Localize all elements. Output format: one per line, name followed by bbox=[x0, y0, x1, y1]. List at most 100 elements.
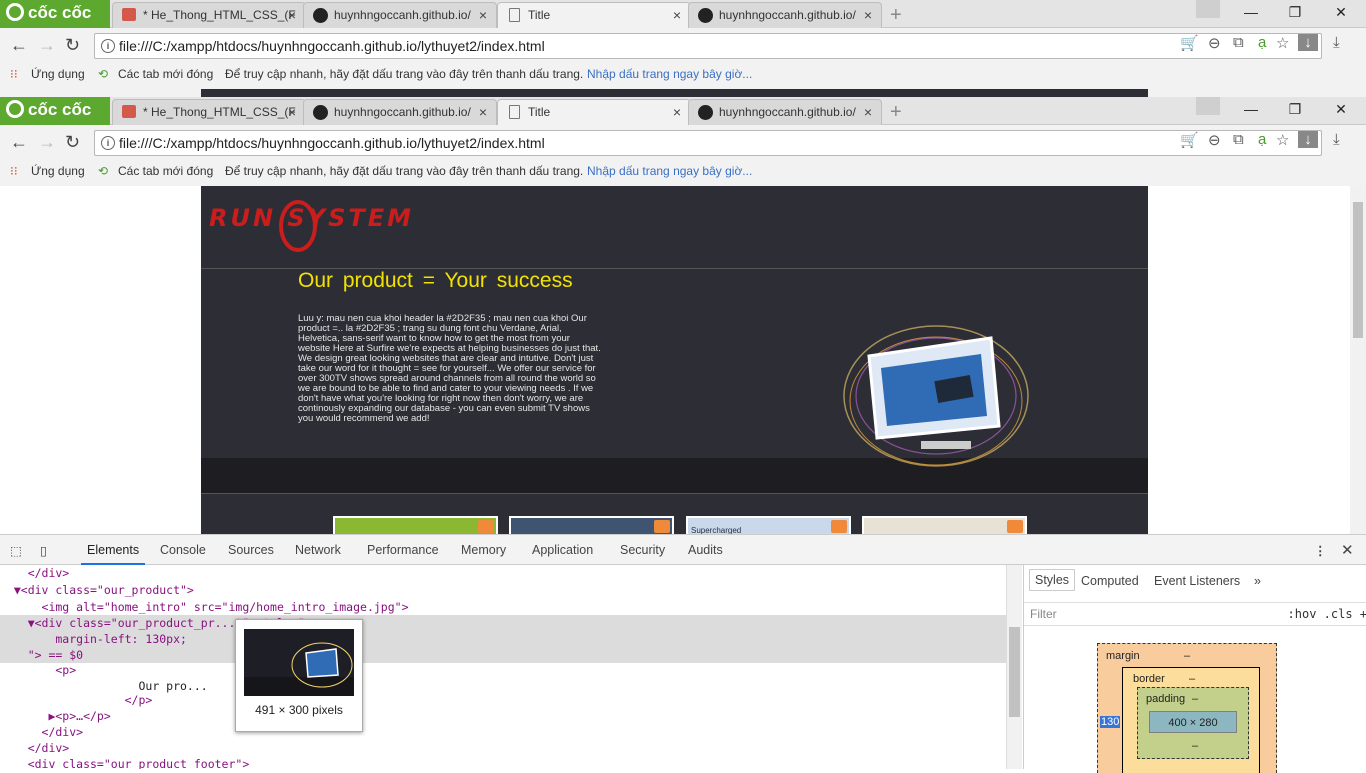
new-tab-icon[interactable]: + bbox=[890, 101, 902, 124]
code-line[interactable]: ▶<p>…</p> bbox=[0, 708, 110, 724]
tab-3[interactable]: Title × bbox=[497, 99, 691, 125]
close-icon[interactable]: × bbox=[673, 104, 681, 120]
close-icon[interactable]: × bbox=[864, 7, 872, 23]
scroll-thumb[interactable] bbox=[1009, 627, 1020, 717]
save-icon[interactable]: ⤓ bbox=[1333, 34, 1340, 51]
bookmark-apps[interactable]: Ứng dụng bbox=[31, 67, 85, 81]
zoom-icon[interactable]: ⊖ bbox=[1208, 131, 1221, 149]
tab-3[interactable]: Title × bbox=[497, 2, 691, 28]
tab-2[interactable]: huynhngoccanh.github.io/× bbox=[303, 99, 497, 125]
apps-icon[interactable]: ⁝⁝ bbox=[10, 67, 18, 81]
tab-computed[interactable]: Computed bbox=[1081, 574, 1139, 588]
thumb-3[interactable]: Supercharged bbox=[686, 516, 851, 534]
bookmark-import-link[interactable]: Nhập dấu trang ngay bây giờ... bbox=[587, 67, 752, 81]
forward-icon[interactable]: → bbox=[38, 35, 56, 56]
close-icon[interactable]: × bbox=[479, 104, 487, 120]
bookmark-apps[interactable]: Ứng dụng bbox=[31, 164, 85, 178]
address-bar[interactable]: i file:///C:/xampp/htdocs/huynhngoccanh.g… bbox=[94, 130, 1322, 156]
reload-icon[interactable]: ↻ bbox=[65, 35, 80, 56]
close-icon[interactable]: × bbox=[864, 104, 872, 120]
tab-1[interactable]: * He_Thong_HTML_CSS_(F × bbox=[112, 2, 306, 28]
tab-audits[interactable]: Audits bbox=[688, 543, 723, 557]
tab-sources[interactable]: Sources bbox=[228, 543, 274, 557]
tab-application[interactable]: Application bbox=[532, 543, 593, 557]
code-line-selected[interactable]: ▼<div class="our_product_pr...t" style=" bbox=[0, 615, 1006, 631]
address-bar[interactable]: i file:///C:/xampp/htdocs/huynhngoccanh.g… bbox=[94, 33, 1322, 59]
tab-elements[interactable]: Elements bbox=[80, 543, 146, 565]
tab-event-listeners[interactable]: Event Listeners bbox=[1154, 574, 1240, 588]
bookmark-import-link[interactable]: Nhập dấu trang ngay bây giờ... bbox=[587, 164, 752, 178]
code-line[interactable]: </p> bbox=[0, 692, 153, 708]
devtools-close-icon[interactable]: ✕ bbox=[1341, 541, 1354, 559]
apps-icon[interactable]: ⁝⁝ bbox=[10, 164, 18, 178]
restore-icon[interactable]: ❐ bbox=[1280, 101, 1310, 118]
cart-icon[interactable]: 🛒 bbox=[1180, 34, 1199, 52]
reload-icon[interactable]: ↻ bbox=[65, 132, 80, 153]
thumb-1[interactable] bbox=[333, 516, 498, 534]
device-icon[interactable]: ▯ bbox=[40, 543, 47, 558]
tab-4[interactable]: huynhngoccanh.github.io/× bbox=[688, 99, 882, 125]
more-icon[interactable]: ⋮ bbox=[1314, 543, 1327, 558]
download-icon[interactable]: ↓ bbox=[1298, 131, 1318, 148]
tab-performance[interactable]: Performance bbox=[367, 543, 439, 557]
close-icon[interactable]: × bbox=[288, 7, 296, 23]
elements-scrollbar[interactable] bbox=[1006, 565, 1022, 769]
close-icon[interactable]: × bbox=[479, 7, 487, 23]
save-icon[interactable]: ⤓ bbox=[1333, 131, 1340, 148]
window-close-icon[interactable]: ✕ bbox=[1326, 4, 1356, 21]
tab-styles[interactable]: Styles bbox=[1029, 569, 1076, 591]
bookmark-recent[interactable]: Các tab mới đóng bbox=[118, 164, 213, 178]
restore-icon[interactable]: ❐ bbox=[1280, 4, 1310, 21]
margin-left-value[interactable]: 130 bbox=[1100, 716, 1121, 728]
scroll-thumb[interactable] bbox=[1353, 202, 1363, 338]
code-line[interactable]: <div class="our_product_footer"> bbox=[0, 756, 250, 769]
back-icon[interactable]: ← bbox=[10, 132, 28, 153]
info-icon[interactable]: i bbox=[101, 136, 115, 150]
spell-icon[interactable]: ạ bbox=[1258, 131, 1266, 148]
thumb-2[interactable] bbox=[509, 516, 674, 534]
elements-tree[interactable]: </div> ▼<div class="our_product"> <img a… bbox=[0, 565, 1006, 769]
minimize-icon[interactable]: — bbox=[1236, 101, 1266, 117]
user-icon[interactable] bbox=[1196, 0, 1220, 18]
new-tab-icon[interactable]: + bbox=[890, 4, 902, 27]
code-line[interactable]: </div> bbox=[0, 724, 84, 740]
thumb-4[interactable] bbox=[862, 516, 1027, 534]
tab-2[interactable]: huynhngoccanh.github.io/× bbox=[303, 2, 497, 28]
tab-memory[interactable]: Memory bbox=[461, 543, 506, 557]
code-line[interactable]: </div> bbox=[0, 565, 70, 581]
tab-security[interactable]: Security bbox=[620, 543, 665, 557]
code-line[interactable]: <p> bbox=[0, 662, 76, 678]
download-icon[interactable]: ↓ bbox=[1298, 34, 1318, 51]
filter-tools[interactable]: :hov .cls + bbox=[1288, 607, 1366, 621]
window-close-icon[interactable]: ✕ bbox=[1326, 101, 1356, 118]
close-icon[interactable]: × bbox=[288, 104, 296, 120]
page-scrollbar[interactable] bbox=[1350, 186, 1366, 534]
minimize-icon[interactable]: — bbox=[1236, 4, 1266, 20]
star-icon[interactable]: ☆ bbox=[1276, 34, 1289, 52]
site-logo[interactable]: RUN SYSTEM bbox=[209, 200, 414, 252]
tab-network[interactable]: Network bbox=[295, 543, 341, 557]
inspect-icon[interactable]: ⬚ bbox=[10, 543, 22, 558]
code-line[interactable]: <img alt="home_intro" src="img/home_intr… bbox=[0, 599, 409, 615]
info-icon[interactable]: i bbox=[101, 39, 115, 53]
code-line-selected[interactable]: margin-left: 130px; bbox=[0, 631, 1006, 647]
spell-icon[interactable]: ạ bbox=[1258, 34, 1266, 51]
translate-icon[interactable]: ⧉ bbox=[1233, 34, 1244, 51]
code-line[interactable]: </div> bbox=[0, 740, 70, 756]
back-icon[interactable]: ← bbox=[10, 35, 28, 56]
tab-1[interactable]: * He_Thong_HTML_CSS_(F × bbox=[112, 99, 306, 125]
cart-icon[interactable]: 🛒 bbox=[1180, 131, 1199, 149]
styles-filter[interactable]: Filter:hov .cls + bbox=[1024, 602, 1366, 626]
star-icon[interactable]: ☆ bbox=[1276, 131, 1289, 149]
more-tabs-icon[interactable]: » bbox=[1254, 574, 1261, 588]
close-icon[interactable]: × bbox=[673, 7, 681, 23]
translate-icon[interactable]: ⧉ bbox=[1233, 131, 1244, 148]
bookmark-recent[interactable]: Các tab mới đóng bbox=[118, 67, 213, 81]
forward-icon[interactable]: → bbox=[38, 132, 56, 153]
tab-4[interactable]: huynhngoccanh.github.io/× bbox=[688, 2, 882, 28]
user-icon[interactable] bbox=[1196, 97, 1220, 115]
code-line[interactable]: ▼<div class="our_product"> bbox=[0, 582, 194, 598]
tab-console[interactable]: Console bbox=[160, 543, 206, 557]
code-line-selected[interactable]: "> == $0 bbox=[0, 647, 1006, 663]
zoom-icon[interactable]: ⊖ bbox=[1208, 34, 1221, 52]
